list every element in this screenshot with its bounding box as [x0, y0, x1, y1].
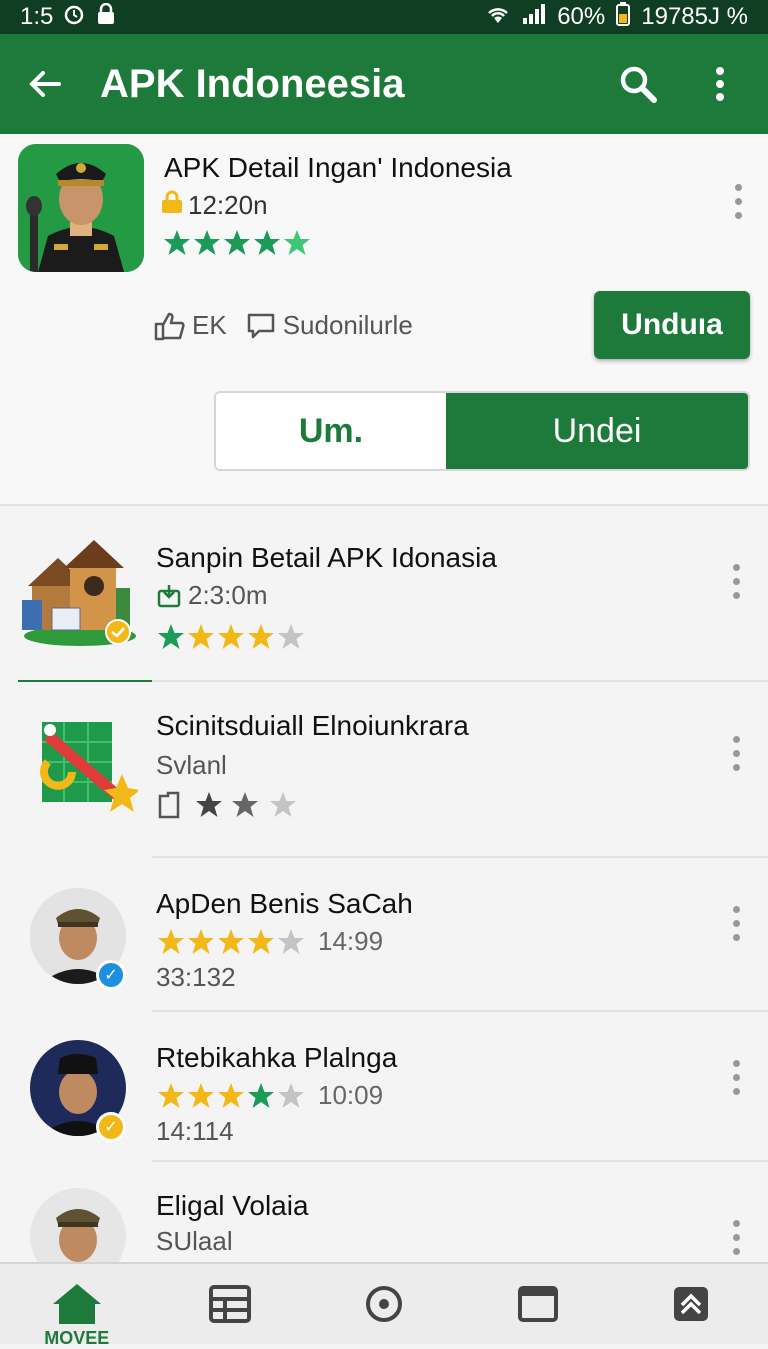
comment-label: Sudonilurle — [282, 310, 413, 340]
app-bar: APK Indoneesia — [0, 34, 768, 134]
app-actions: EK Sudonilurle — [154, 310, 413, 341]
segment-right[interactable]: Undei — [446, 393, 748, 469]
item-sub: 14:114 — [156, 1116, 234, 1146]
more-vert-icon — [733, 564, 740, 599]
status-extra: 19785J % — [641, 3, 748, 30]
lock-icon — [95, 2, 117, 31]
segmented-control: Um. Undei — [214, 391, 750, 471]
more-vert-icon — [733, 1060, 740, 1095]
status-bar: 1:5 60% 19785J % — [0, 0, 768, 34]
more-vert-icon — [733, 906, 740, 941]
item-menu-button[interactable] — [733, 1220, 740, 1255]
item-title: Sanpin Betail APK Idonasia — [156, 542, 497, 573]
comment-icon — [247, 313, 274, 338]
item-time: 2:3:0m — [188, 580, 268, 610]
verified-badge-icon: ✓ — [96, 960, 126, 990]
bottom-navigation: MOVEE — [0, 1262, 768, 1348]
more-vert-icon — [733, 1220, 740, 1255]
app-store-icon — [674, 1287, 709, 1321]
more-vert-icon — [735, 184, 742, 219]
like-label: EK — [192, 310, 227, 340]
app-rating — [162, 228, 312, 263]
segment-left[interactable]: Um. — [216, 393, 446, 469]
item-rating — [156, 790, 304, 820]
arrow-left-icon — [29, 71, 61, 97]
bookmark-icon — [158, 791, 180, 819]
home-icon — [52, 1284, 101, 1324]
app-menu-button[interactable] — [735, 184, 742, 219]
alarm-icon — [63, 3, 85, 31]
item-rating: 14:99 — [156, 926, 383, 957]
app-name: APK Detail Ingan' Indonesia — [164, 152, 512, 183]
app-time: 12:20n — [188, 190, 268, 220]
nav-window[interactable] — [478, 1263, 598, 1345]
search-icon — [620, 66, 657, 103]
verified-badge-icon: ✓ — [96, 1112, 126, 1142]
back-button[interactable] — [20, 59, 70, 109]
item-menu-button[interactable] — [733, 906, 740, 941]
battery-icon — [615, 1, 631, 33]
list-icon — [209, 1285, 252, 1323]
item-menu-button[interactable] — [733, 564, 740, 599]
item-title: Eligal Volaia — [156, 1190, 309, 1221]
item-rating — [156, 622, 306, 657]
list-item[interactable]: ✓ ApDen Benis SaCah 14:99 33:132 — [0, 858, 768, 1010]
battery-percent: 60% — [557, 3, 606, 30]
search-button[interactable] — [610, 56, 666, 112]
item-subtitle: SUlaal — [156, 1226, 233, 1256]
list-item[interactable]: Scinitsduiall Elnoiunkrara Svlanl — [0, 682, 768, 856]
window-icon — [517, 1286, 558, 1322]
nav-home-label: MOVEE — [44, 1328, 110, 1348]
app-icon — [22, 528, 136, 646]
list-item[interactable]: ✓ Rtebikahka Plalnga 10:09 14:114 — [0, 1012, 768, 1162]
item-rating: 10:09 — [156, 1080, 383, 1111]
status-time: 1:5 — [20, 3, 54, 30]
wifi-icon — [485, 3, 511, 32]
item-menu-button[interactable] — [733, 736, 740, 771]
app-icon — [22, 712, 140, 826]
signal-icon — [521, 3, 547, 32]
item-time: 10:09 — [318, 1080, 384, 1110]
item-meta: 2:3:0m — [156, 580, 268, 611]
nav-list[interactable] — [170, 1263, 290, 1345]
like-chip[interactable]: EK — [154, 310, 227, 341]
app-meta: 12:20n — [160, 190, 268, 221]
comment-chip[interactable]: Sudonilurle — [245, 310, 413, 341]
download-box-icon — [157, 584, 181, 607]
item-sub: 33:132 — [156, 962, 236, 992]
download-button[interactable]: Unduıa — [594, 291, 750, 359]
nav-discover[interactable] — [324, 1263, 444, 1345]
overflow-menu-button[interactable] — [692, 56, 748, 112]
thumb-up-icon — [154, 312, 185, 340]
nav-apps[interactable] — [631, 1263, 751, 1345]
list-item[interactable]: Sanpin Betail APK Idonasia 2:3:0m — [0, 510, 768, 682]
item-title: ApDen Benis SaCah — [156, 888, 413, 919]
item-subtitle: Svlanl — [156, 750, 227, 780]
item-title: Scinitsduiall Elnoiunkrara — [156, 710, 469, 741]
lock-icon — [160, 190, 184, 221]
item-title: Rtebikahka Plalnga — [156, 1042, 398, 1073]
page-title: APK Indoneesia — [100, 61, 405, 106]
list-item[interactable]: Eligal Volaia SUlaal — [0, 1162, 768, 1262]
avatar — [30, 1188, 126, 1262]
target-icon — [365, 1286, 402, 1322]
nav-home[interactable]: MOVEE — [17, 1263, 137, 1348]
item-time: 14:99 — [318, 926, 384, 956]
content: APK Detail Ingan' Indonesia 12:20n EK Su… — [0, 134, 768, 1262]
item-menu-button[interactable] — [733, 1060, 740, 1095]
more-vert-icon — [716, 67, 724, 101]
more-vert-icon — [733, 736, 740, 771]
featured-app-card: APK Detail Ingan' Indonesia 12:20n EK Su… — [0, 134, 768, 506]
app-thumbnail[interactable] — [18, 144, 144, 272]
